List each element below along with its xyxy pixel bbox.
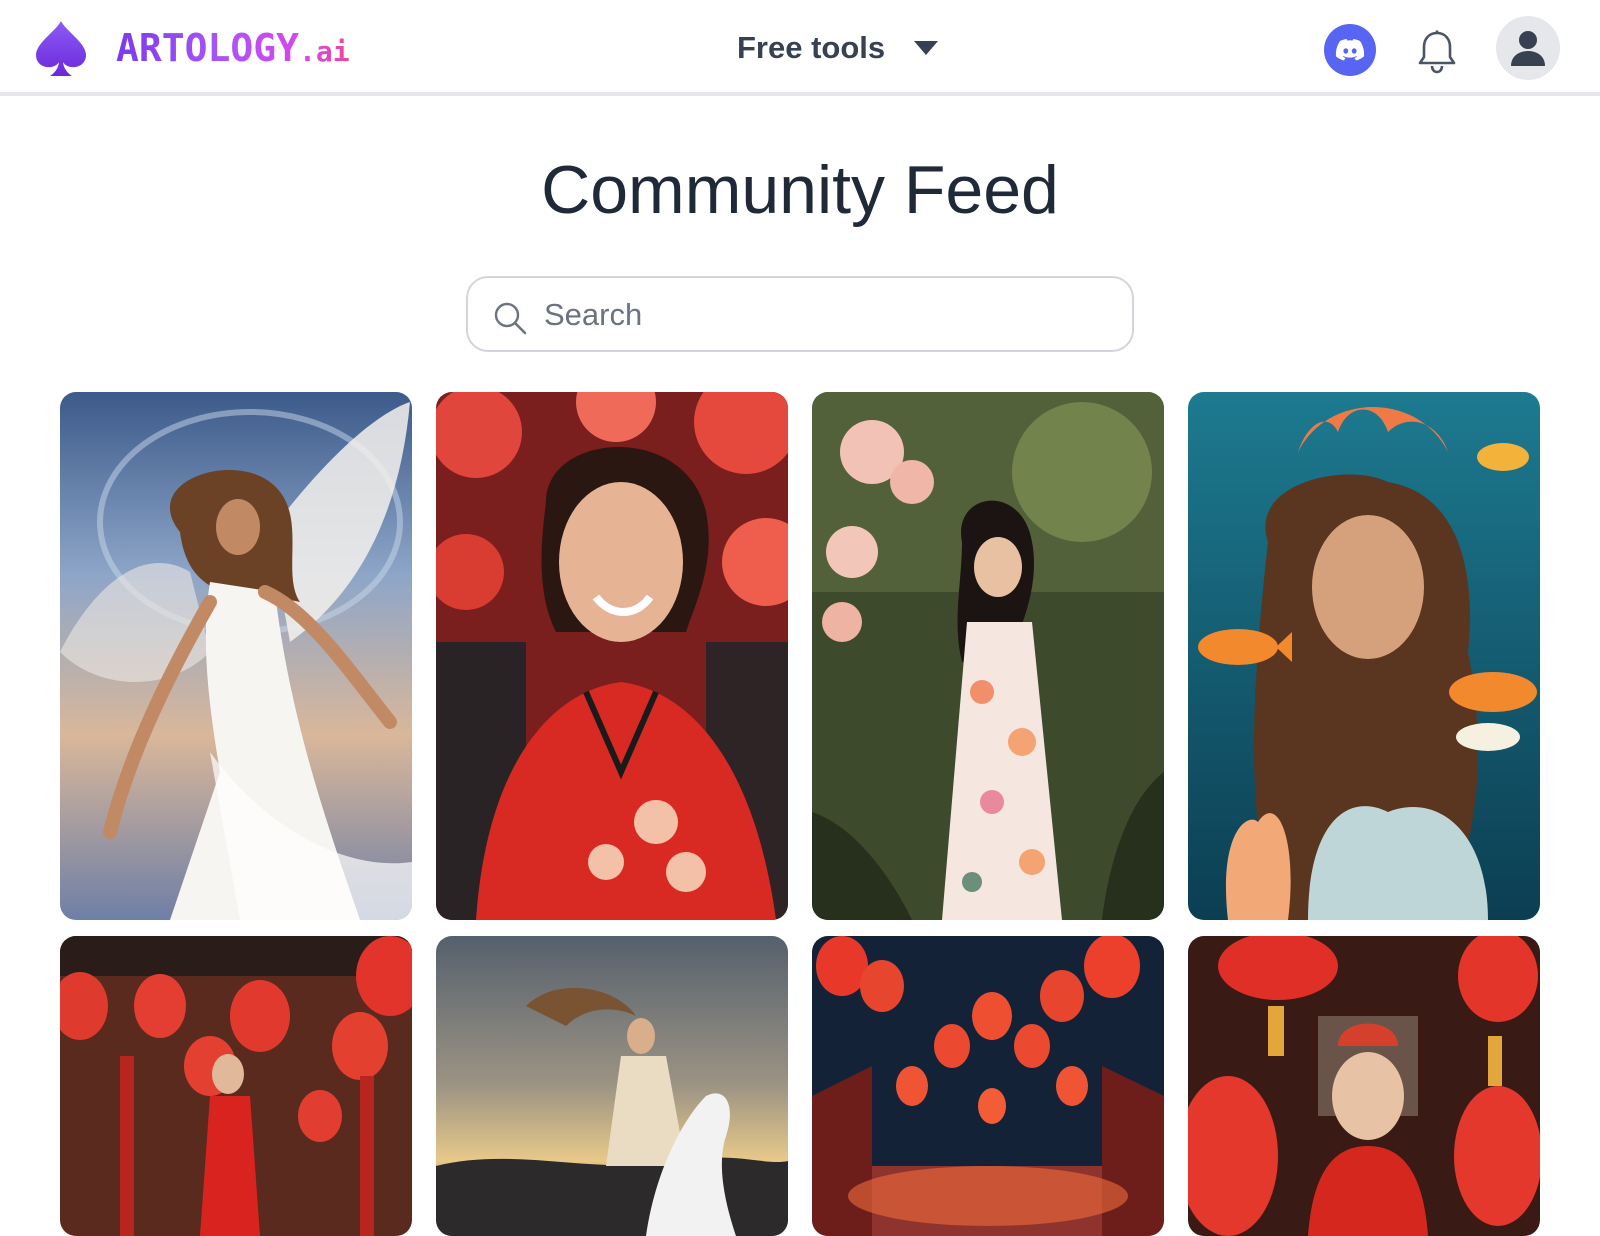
feed-image — [1188, 392, 1540, 920]
feed-image-card[interactable] — [436, 392, 788, 920]
feed-image-card[interactable] — [812, 936, 1164, 1236]
search-icon — [494, 302, 527, 335]
notifications-button[interactable] — [1413, 26, 1461, 78]
spade-icon — [36, 21, 86, 76]
brand-logo-link[interactable]: ARTOLOGY.ai — [34, 18, 350, 78]
caret-down-icon — [914, 41, 939, 55]
feed-image-card[interactable] — [812, 392, 1164, 920]
free-tools-menu[interactable]: Free tools — [737, 26, 939, 70]
search-box — [466, 276, 1134, 352]
feed-image-card[interactable] — [1188, 936, 1540, 1236]
brand-suffix: .ai — [299, 35, 350, 68]
user-avatar-button[interactable] — [1496, 16, 1560, 80]
feed-image-card[interactable] — [436, 936, 788, 1236]
brand-wordmark: ARTOLOGY.ai — [116, 29, 350, 67]
feed-image-card[interactable] — [60, 392, 412, 920]
feed-image — [436, 936, 788, 1236]
top-navigation-bar: ARTOLOGY.ai Free tools — [0, 0, 1600, 96]
feed-image — [1188, 936, 1540, 1236]
user-icon — [1511, 31, 1545, 66]
feed-image — [812, 392, 1164, 920]
feed-image — [812, 936, 1164, 1236]
page-title: Community Feed — [541, 152, 1059, 228]
brand-name: ARTOLOGY — [116, 26, 300, 70]
bell-icon — [1418, 30, 1456, 74]
feed-image-card[interactable] — [60, 936, 412, 1236]
feed-image — [60, 936, 412, 1236]
search-input[interactable] — [544, 290, 1114, 340]
feed-image-card[interactable] — [1188, 392, 1540, 920]
feed-image — [60, 392, 412, 920]
feed-image — [436, 392, 788, 920]
discord-button[interactable] — [1324, 24, 1376, 76]
free-tools-label: Free tools — [737, 30, 886, 65]
discord-icon — [1335, 39, 1365, 61]
